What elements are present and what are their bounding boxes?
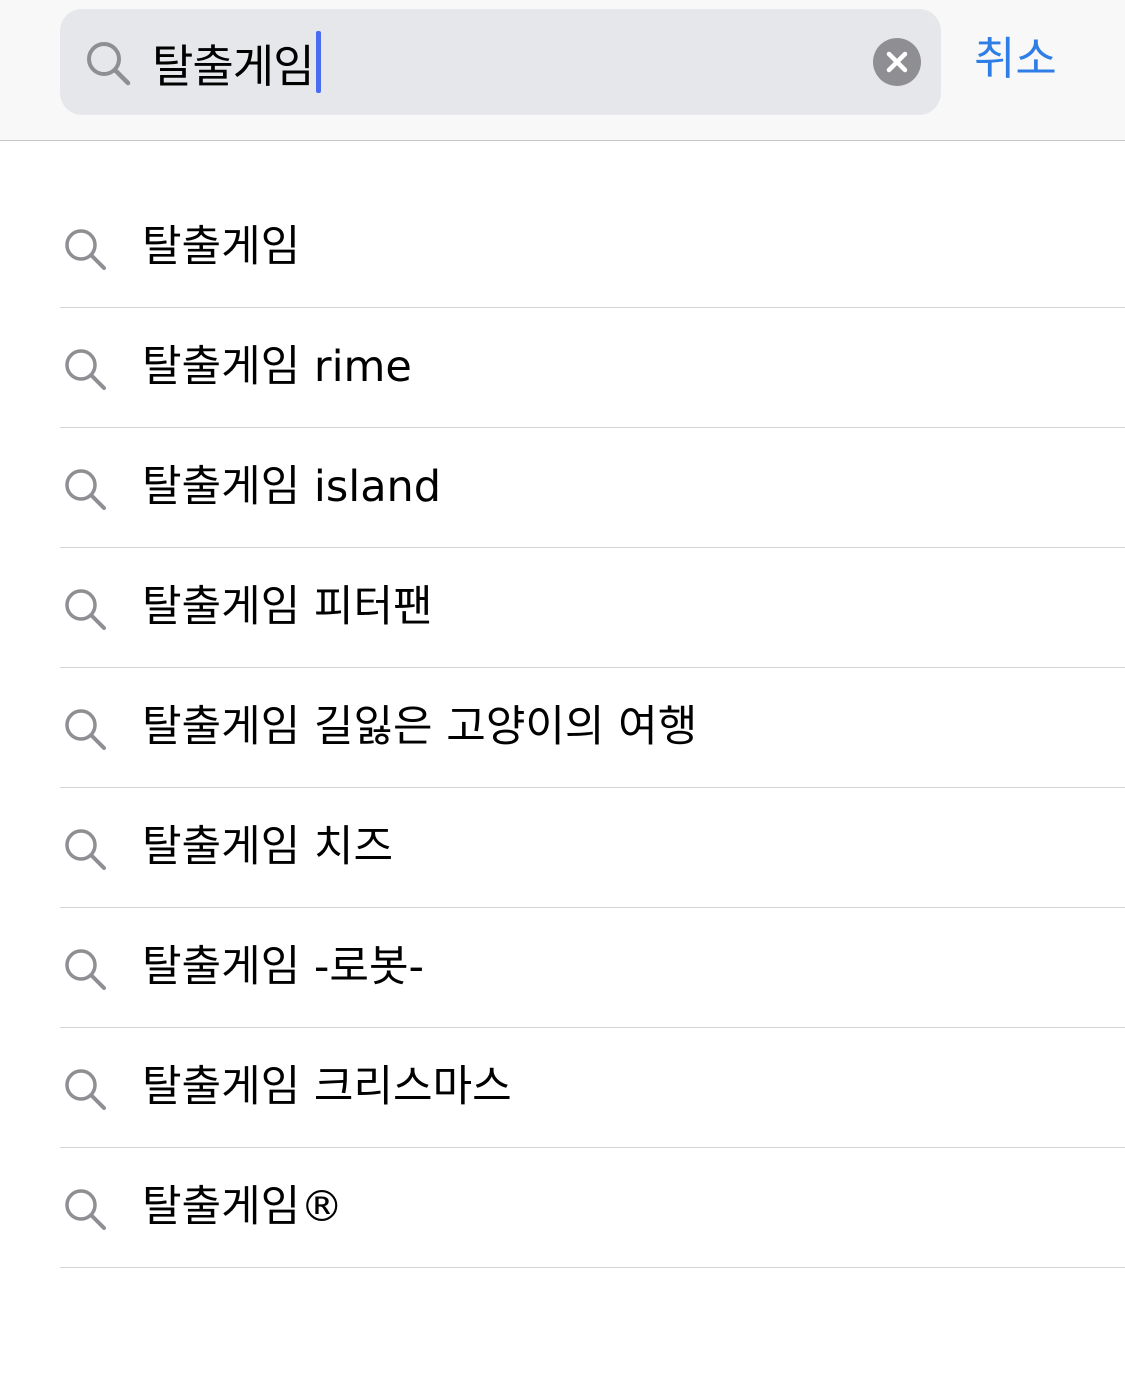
search-icon [65, 349, 106, 390]
suggestion-label: 탈출게임 크리스마스 [142, 1062, 512, 1112]
suggestion-label: 탈출게임 피터팬 [142, 582, 433, 632]
search-icon [65, 229, 106, 270]
suggestion-list: 탈출게임탈출게임 rime 탈출게임 island 탈출게임 피터팬탈출게임 길잃은… [0, 188, 1125, 1268]
suggestion-item[interactable]: 탈출게임 크리스마스 [0, 1028, 1125, 1148]
search-icon [87, 42, 131, 86]
suggestion-item[interactable]: 탈출게임 -로봇- [0, 908, 1125, 1028]
clear-icon [886, 51, 908, 73]
suggestion-label: 탈출게임® [142, 1182, 344, 1232]
clear-button[interactable] [873, 38, 921, 86]
text-caret [315, 31, 321, 93]
suggestion-item[interactable]: 탈출게임 치즈 [0, 788, 1125, 908]
suggestion-item[interactable]: 탈출게임 [0, 188, 1125, 308]
suggestion-label: 탈출게임 island [142, 462, 442, 512]
suggestion-label: 탈출게임 치즈 [142, 822, 394, 872]
search-icon [65, 1189, 106, 1230]
search-header: 탈출게임 취소 [0, 0, 1125, 141]
suggestion-label: 탈출게임 길잃은 고양이의 여행 [142, 702, 698, 752]
search-bar[interactable]: 탈출게임 [60, 9, 941, 115]
suggestion-item[interactable]: 탈출게임 피터팬 [0, 548, 1125, 668]
search-icon [65, 469, 106, 510]
search-icon [65, 949, 106, 990]
suggestion-item[interactable]: 탈출게임 rime [0, 308, 1125, 428]
search-icon [65, 589, 106, 630]
search-icon [65, 1069, 106, 1110]
suggestion-item[interactable]: 탈출게임 island [0, 428, 1125, 548]
search-icon [65, 829, 106, 870]
suggestion-item[interactable]: 탈출게임® [0, 1148, 1125, 1268]
cancel-button[interactable]: 취소 [974, 26, 1057, 92]
suggestion-item[interactable]: 탈출게임 길잃은 고양이의 여행 [0, 668, 1125, 788]
search-icon [65, 709, 106, 750]
suggestion-label: 탈출게임 rime [142, 342, 412, 392]
suggestion-label: 탈출게임 -로봇- [142, 942, 425, 992]
search-input[interactable]: 탈출게임 [152, 29, 321, 95]
search-query-text: 탈출게임 [152, 39, 315, 93]
suggestion-label: 탈출게임 [142, 222, 301, 272]
